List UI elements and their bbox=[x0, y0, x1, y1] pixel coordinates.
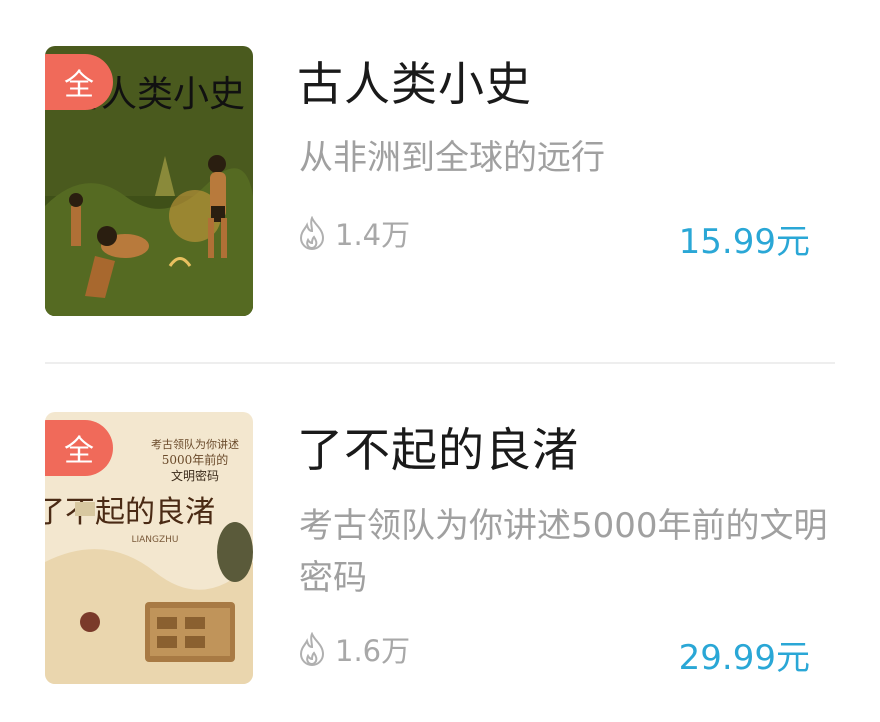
book-card-1[interactable]: 全 古人类小史 古人类小史 从非洲到全球的远行 1.4万 15.99元 bbox=[0, 0, 880, 362]
cover-tagline-1: 考古领队为你讲述 bbox=[151, 437, 239, 451]
cover-latin: LIANGZHU bbox=[131, 535, 178, 545]
flame-icon bbox=[297, 632, 327, 666]
complete-badge: 全 bbox=[45, 420, 113, 476]
heat-count: 1.6万 bbox=[297, 628, 410, 670]
book-title[interactable]: 了不起的良渚 bbox=[297, 414, 579, 480]
complete-badge: 全 bbox=[45, 54, 113, 110]
heat-value: 1.6万 bbox=[335, 634, 411, 668]
book-title[interactable]: 古人类小史 bbox=[297, 48, 532, 114]
cover-tagline-2: 5000年前的 bbox=[162, 452, 229, 467]
cover-title-2: 了不起的良渚 bbox=[45, 495, 215, 530]
heat-value: 1.4万 bbox=[335, 218, 411, 252]
book-subtitle: 考古领队为你讲述5000年前的文明密码 bbox=[299, 506, 828, 598]
cover-tagline-3: 文明密码 bbox=[171, 468, 219, 483]
heat-count: 1.4万 bbox=[297, 212, 410, 254]
price: 15.99元 bbox=[678, 222, 810, 262]
book-cover-1[interactable]: 全 古人类小史 bbox=[45, 46, 253, 316]
book-card-2[interactable]: 全 考古领队为你讲述 5000年前的 文明密码 了不起的良渚 LIANGZHU … bbox=[0, 364, 880, 722]
book-cover-2[interactable]: 全 考古领队为你讲述 5000年前的 文明密码 了不起的良渚 LIANGZHU bbox=[45, 412, 253, 684]
book-subtitle: 从非洲到全球的远行 bbox=[299, 138, 605, 178]
flame-icon bbox=[297, 216, 327, 250]
price: 29.99元 bbox=[678, 638, 810, 678]
